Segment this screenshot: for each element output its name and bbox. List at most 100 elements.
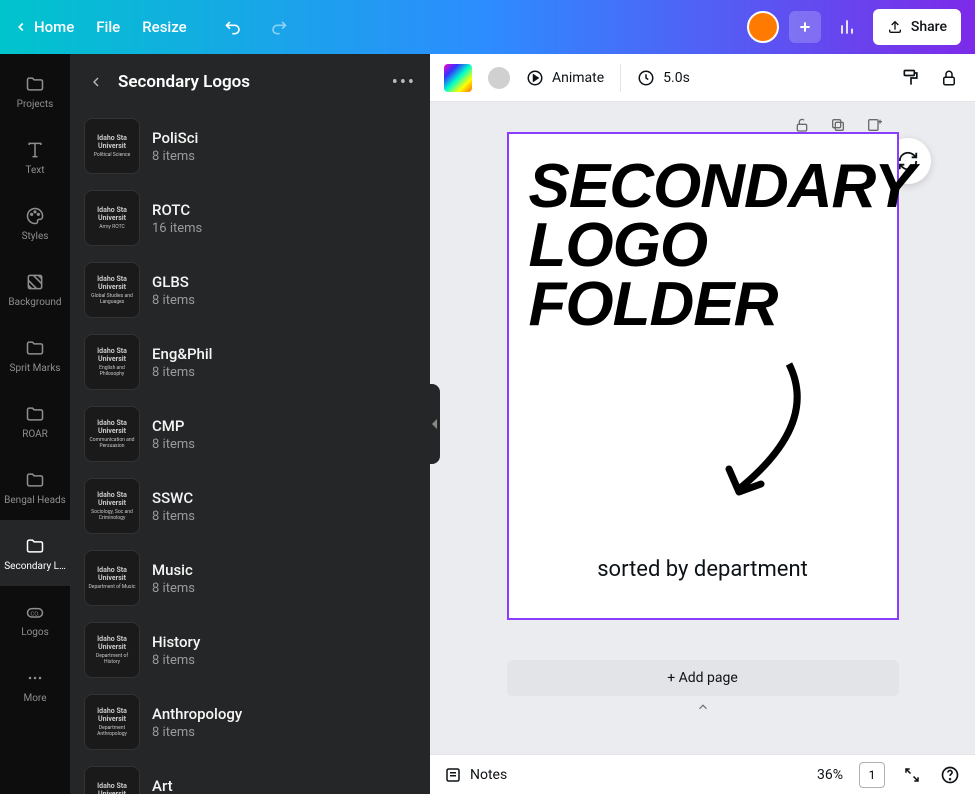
avatar[interactable]: [747, 11, 779, 43]
copy-icon: [830, 117, 846, 133]
rail-item-roar[interactable]: ROAR: [0, 388, 70, 454]
folder-meta: History 8 items: [152, 633, 200, 668]
rail-label: Projects: [2, 99, 68, 110]
folder-item[interactable]: Idaho Sta Universit Army ROTC ROTC 16 it…: [84, 182, 416, 254]
folder-item[interactable]: Idaho Sta Universit Global Studies and L…: [84, 254, 416, 326]
rail-item-background[interactable]: Background: [0, 256, 70, 322]
page-title-line3[interactable]: Folder: [529, 276, 877, 335]
folder-list[interactable]: Idaho Sta Universit Political Science Po…: [70, 110, 430, 794]
upload-icon: [887, 19, 903, 35]
folder-count: 8 items: [152, 149, 198, 164]
folder-thumbnail: Idaho Sta Universit Global Studies and L…: [84, 262, 140, 318]
palette-icon: [24, 205, 46, 227]
notes-label: Notes: [470, 767, 507, 783]
page-subtitle[interactable]: sorted by department: [509, 557, 897, 582]
folder-thumbnail: Idaho Sta Universit Department: [84, 766, 140, 794]
folder-icon: [24, 469, 46, 491]
hatch-icon: [24, 271, 46, 293]
file-menu[interactable]: File: [96, 18, 120, 36]
canvas-footer: Notes 36% 1: [430, 754, 975, 794]
folder-count: 8 items: [152, 437, 195, 452]
page-count-button[interactable]: 1: [859, 762, 885, 788]
animate-icon: [526, 69, 544, 87]
folder-thumbnail: Idaho Sta Universit Department of Histor…: [84, 622, 140, 678]
page-strip-expand[interactable]: [685, 700, 721, 714]
header-left: Home File Resize: [14, 12, 293, 42]
folder-meta: Music 8 items: [152, 561, 195, 596]
insights-button[interactable]: [831, 11, 863, 43]
format-painter-button[interactable]: [899, 66, 923, 90]
folder-item[interactable]: Idaho Sta Universit Department Art 6 ite…: [84, 758, 416, 794]
curved-arrow-graphic[interactable]: [709, 354, 829, 514]
folder-thumbnail: Idaho Sta Universit Department Anthropol…: [84, 694, 140, 750]
chevron-left-icon: [88, 74, 104, 90]
bar-chart-icon: [837, 17, 857, 37]
add-member-button[interactable]: [789, 11, 821, 43]
rail-item-styles[interactable]: Styles: [0, 190, 70, 256]
timing-button[interactable]: 5.0s: [637, 69, 690, 87]
toolbar-right: [899, 66, 961, 90]
rail-label: Background: [2, 297, 68, 308]
folder-name: CMP: [152, 417, 195, 435]
folder-item[interactable]: Idaho Sta Universit Sociology, Soc and C…: [84, 470, 416, 542]
panel-more-button[interactable]: •••: [392, 72, 416, 93]
panel-header: Secondary Logos •••: [70, 54, 430, 110]
folder-meta: GLBS 8 items: [152, 273, 195, 308]
transparency-button[interactable]: [488, 67, 510, 89]
folder-item[interactable]: Idaho Sta Universit Department of Music …: [84, 542, 416, 614]
rail-item-sprit-marks[interactable]: Sprit Marks: [0, 322, 70, 388]
folder-item[interactable]: Idaho Sta Universit English and Philosop…: [84, 326, 416, 398]
home-button[interactable]: Home: [14, 18, 74, 36]
folder-item[interactable]: Idaho Sta Universit Communication and Pe…: [84, 398, 416, 470]
resize-menu[interactable]: Resize: [142, 18, 186, 36]
notes-icon: [444, 766, 462, 784]
folder-item[interactable]: Idaho Sta Universit Political Science Po…: [84, 110, 416, 182]
folder-thumbnail: Idaho Sta Universit Department of Music: [84, 550, 140, 606]
page-title-line2[interactable]: Logo: [529, 217, 877, 276]
fullscreen-button[interactable]: [901, 764, 923, 786]
folder-count: 8 items: [152, 653, 200, 668]
help-button[interactable]: [939, 764, 961, 786]
chevron-left-icon: [14, 20, 28, 34]
share-button[interactable]: Share: [873, 9, 961, 45]
undo-button[interactable]: [219, 12, 249, 42]
footer-right: 36% 1: [817, 762, 961, 788]
app-body: Projects TextStyles Background Sprit MarksR…: [0, 54, 975, 794]
rail-label: Bengal Heads: [2, 495, 68, 506]
rail-item-projects[interactable]: Projects: [0, 58, 70, 124]
rail-item-text[interactable]: Text: [0, 124, 70, 190]
color-picker-button[interactable]: [444, 64, 472, 92]
rail-item-more[interactable]: More: [0, 652, 70, 718]
add-page-icon: [866, 117, 882, 133]
folder-icon: [24, 535, 46, 557]
rail-label: More: [2, 693, 68, 704]
animate-button[interactable]: Animate: [526, 69, 604, 87]
folder-count: 8 items: [152, 509, 195, 524]
folder-item[interactable]: Idaho Sta Universit Department of Histor…: [84, 614, 416, 686]
zoom-level[interactable]: 36%: [817, 767, 843, 783]
share-label: Share: [911, 19, 947, 35]
add-page-button[interactable]: + Add page: [507, 660, 899, 696]
page-title-line1[interactable]: Secondary: [529, 158, 877, 217]
folder-thumbnail: Idaho Sta Universit Army ROTC: [84, 190, 140, 246]
toolbar-divider: [620, 64, 621, 92]
fullscreen-icon: [903, 766, 921, 784]
notes-button[interactable]: Notes: [444, 766, 507, 784]
folder-name: History: [152, 633, 200, 651]
panel-back-button[interactable]: [84, 70, 108, 94]
side-panel: Secondary Logos ••• Idaho Sta Universit …: [70, 54, 430, 794]
folder-icon: [24, 403, 46, 425]
folder-item[interactable]: Idaho Sta Universit Department Anthropol…: [84, 686, 416, 758]
rail-item-secondary-l-[interactable]: Secondary L…: [0, 520, 70, 586]
rail-item-bengal-heads[interactable]: Bengal Heads: [0, 454, 70, 520]
lock-button[interactable]: [937, 66, 961, 90]
canvas-stage[interactable]: Secondary Logo Folder sorted by departme…: [430, 102, 975, 754]
redo-button[interactable]: [263, 12, 293, 42]
header-right: Share: [747, 9, 961, 45]
folder-thumbnail: Idaho Sta Universit English and Philosop…: [84, 334, 140, 390]
roller-icon: [901, 68, 921, 88]
design-page[interactable]: Secondary Logo Folder sorted by departme…: [507, 132, 899, 620]
folder-meta: CMP 8 items: [152, 417, 195, 452]
rail-item-logos[interactable]: CO.Logos: [0, 586, 70, 652]
folder-name: Anthropology: [152, 705, 242, 723]
